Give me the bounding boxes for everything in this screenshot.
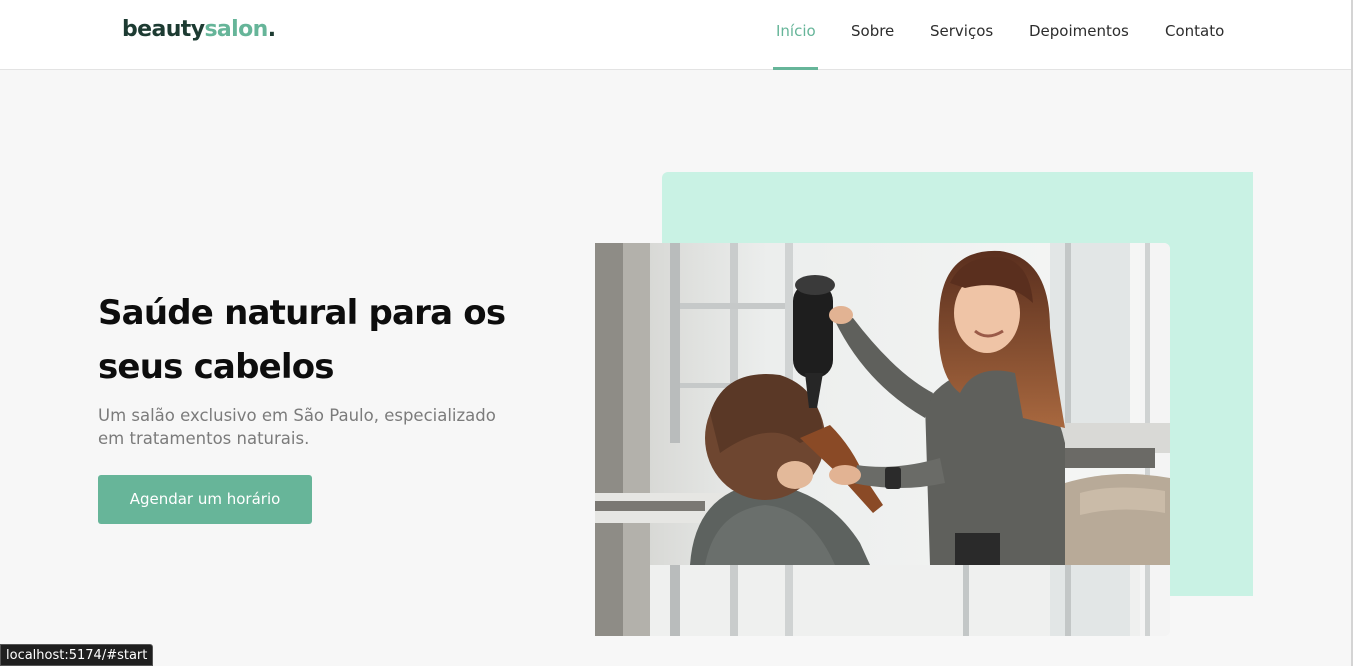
- hero-title: Saúde natural para os seus cabelos: [98, 293, 506, 387]
- nav-link-servicos[interactable]: Serviços: [930, 22, 993, 40]
- logo-accent-text: salon: [204, 17, 268, 42]
- nav-link-inicio[interactable]: Início: [776, 22, 816, 40]
- browser-status-url: localhost:5174/#start: [0, 644, 154, 666]
- logo-main-text: beauty: [122, 17, 205, 42]
- nav-link-sobre[interactable]: Sobre: [851, 22, 894, 40]
- site-header: beautysalon. Início Sobre Serviços Depoi…: [0, 0, 1351, 70]
- book-appointment-button[interactable]: Agendar um horário: [98, 475, 312, 524]
- hero-subtitle: Um salão exclusivo em São Paulo, especia…: [98, 406, 496, 448]
- salon-photo-repeat-illustration: [595, 565, 1170, 636]
- nav-link-depoimentos[interactable]: Depoimentos: [1029, 22, 1129, 40]
- nav-link-contato[interactable]: Contato: [1165, 22, 1224, 40]
- active-nav-indicator: [773, 67, 818, 70]
- hero-photo: [595, 243, 1170, 565]
- logo-dot: .: [267, 17, 276, 42]
- salon-photo-illustration: [595, 243, 1170, 565]
- brand-logo[interactable]: beautysalon.: [122, 17, 276, 42]
- hero-photo-repeat: [595, 565, 1170, 636]
